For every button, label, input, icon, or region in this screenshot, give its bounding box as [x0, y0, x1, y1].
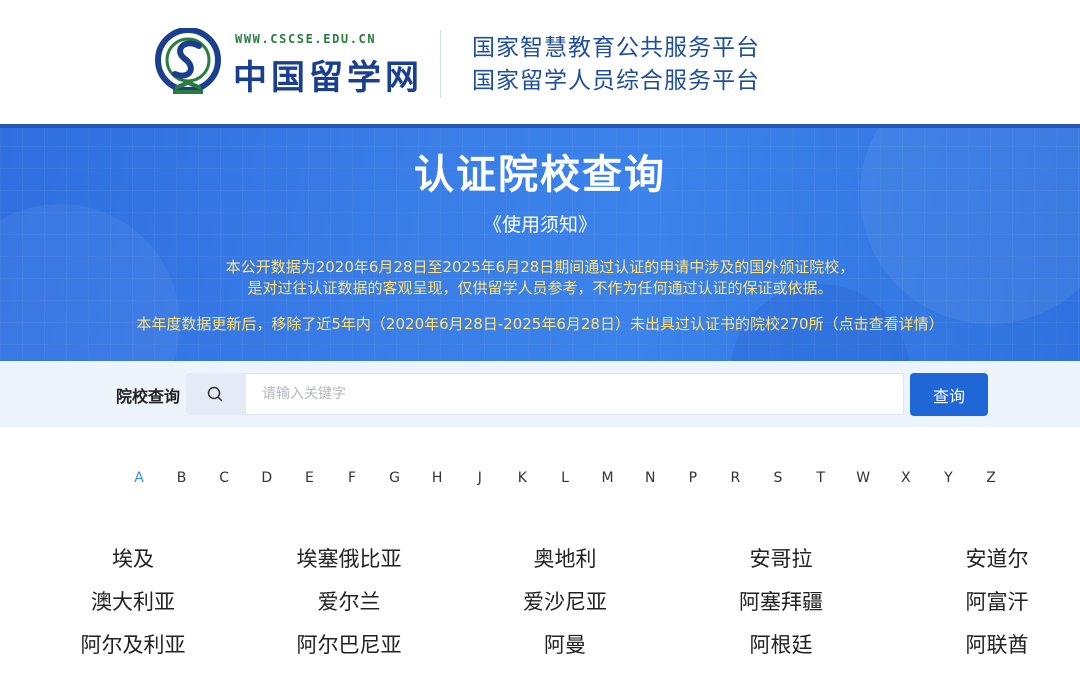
- country-link[interactable]: 阿根廷: [681, 629, 881, 659]
- letter-filter-m[interactable]: M: [596, 470, 620, 486]
- letter-filter-e[interactable]: E: [297, 470, 321, 486]
- country-link[interactable]: 阿富汗: [897, 586, 1080, 616]
- letter-filter-a[interactable]: A: [127, 470, 151, 486]
- page-title: 认证院校查询: [414, 152, 666, 198]
- country-link[interactable]: 安哥拉: [681, 543, 881, 573]
- country-link[interactable]: 澳大利亚: [33, 586, 233, 616]
- letter-filter-c[interactable]: C: [212, 470, 236, 486]
- letter-filter-p[interactable]: P: [681, 470, 705, 486]
- country-link[interactable]: 埃塞俄比亚: [249, 543, 449, 573]
- logo-url-text: WWW.CSCSE.EDU.CN: [235, 32, 377, 46]
- hero-banner: 认证院校查询 《使用须知》 本公开数据为2020年6月28日至2025年6月28…: [0, 124, 1080, 361]
- letter-filter-l[interactable]: L: [553, 470, 577, 486]
- country-link[interactable]: 埃及: [33, 543, 233, 573]
- country-grid: 埃及 埃塞俄比亚 奥地利 安哥拉 安道尔 澳大利亚 爱尔兰 爱沙尼亚 阿塞拜疆 阿富汗 阿尔及利亚阿…: [0, 540, 1080, 690]
- country-link[interactable]: 爱沙尼亚: [465, 586, 665, 616]
- platform-names: 国家智慧教育公共服务平台 国家留学人员综合服务平台: [472, 32, 760, 98]
- letter-filter-d[interactable]: D: [255, 470, 279, 486]
- letter-filter-f[interactable]: F: [340, 470, 364, 486]
- letter-filter-z[interactable]: Z: [979, 470, 1003, 486]
- letter-filter-r[interactable]: R: [723, 470, 747, 486]
- header-divider: [440, 30, 441, 98]
- letter-filter-n[interactable]: N: [638, 470, 662, 486]
- search-input[interactable]: [246, 373, 904, 415]
- search-bar: 院校查询 查询: [0, 361, 1080, 427]
- letter-filter-j[interactable]: J: [468, 470, 492, 486]
- search-label: 院校查询: [116, 387, 181, 406]
- cscse-emblem-icon: [155, 28, 221, 94]
- country-link[interactable]: 爱尔兰: [249, 586, 449, 616]
- site-header: WWW.CSCSE.EDU.CN 中国留学网 国家智慧教育公共服务平台 国家留学…: [0, 0, 1080, 124]
- country-link[interactable]: 阿塞拜疆: [681, 586, 881, 616]
- letter-filter-y[interactable]: Y: [936, 470, 960, 486]
- search-button[interactable]: 查询: [910, 373, 988, 416]
- logo-name: 中国留学网: [233, 58, 423, 98]
- letter-filter-b[interactable]: B: [170, 470, 194, 486]
- banner-description-line-2: 是对过往认证数据的客观呈现，仅供留学人员参考，不作为任何通过认证的保证或依据。: [247, 279, 833, 297]
- usage-notice-link[interactable]: 《使用须知》: [0, 210, 1080, 237]
- letter-filter-x[interactable]: X: [894, 470, 918, 486]
- letter-filter-h[interactable]: H: [425, 470, 449, 486]
- platform-name-1: 国家智慧教育公共服务平台: [472, 35, 760, 61]
- country-link[interactable]: 阿尔及利亚: [33, 629, 233, 659]
- site-logo[interactable]: WWW.CSCSE.EDU.CN 中国留学网: [155, 26, 419, 102]
- banner-top-border: [0, 124, 1080, 128]
- letter-filter-k[interactable]: K: [510, 470, 534, 486]
- removed-schools-link[interactable]: 本年度数据更新后，移除了近5年内（2020年6月28日-2025年6月28日）未…: [0, 313, 1080, 334]
- letter-filter-s[interactable]: S: [766, 470, 790, 486]
- country-link[interactable]: 阿尔巴尼亚: [249, 629, 449, 659]
- search-icon: [207, 386, 223, 402]
- search-icon-box: [186, 373, 246, 415]
- alphabet-filter: ABCDEFGHJKLMNPRSTWXYZ: [117, 470, 1017, 490]
- letter-filter-g[interactable]: G: [383, 470, 407, 486]
- letter-filter-w[interactable]: W: [851, 470, 875, 486]
- letter-filter-t[interactable]: T: [809, 470, 833, 486]
- country-link[interactable]: 奥地利: [465, 543, 665, 573]
- country-link[interactable]: 安道尔: [897, 543, 1080, 573]
- platform-name-2: 国家留学人员综合服务平台: [472, 68, 760, 94]
- banner-description-line-1: 本公开数据为2020年6月28日至2025年6月28日期间通过认证的申请中涉及的…: [225, 258, 855, 276]
- country-link[interactable]: 阿联酋: [897, 629, 1080, 659]
- country-link[interactable]: 阿曼: [465, 629, 665, 659]
